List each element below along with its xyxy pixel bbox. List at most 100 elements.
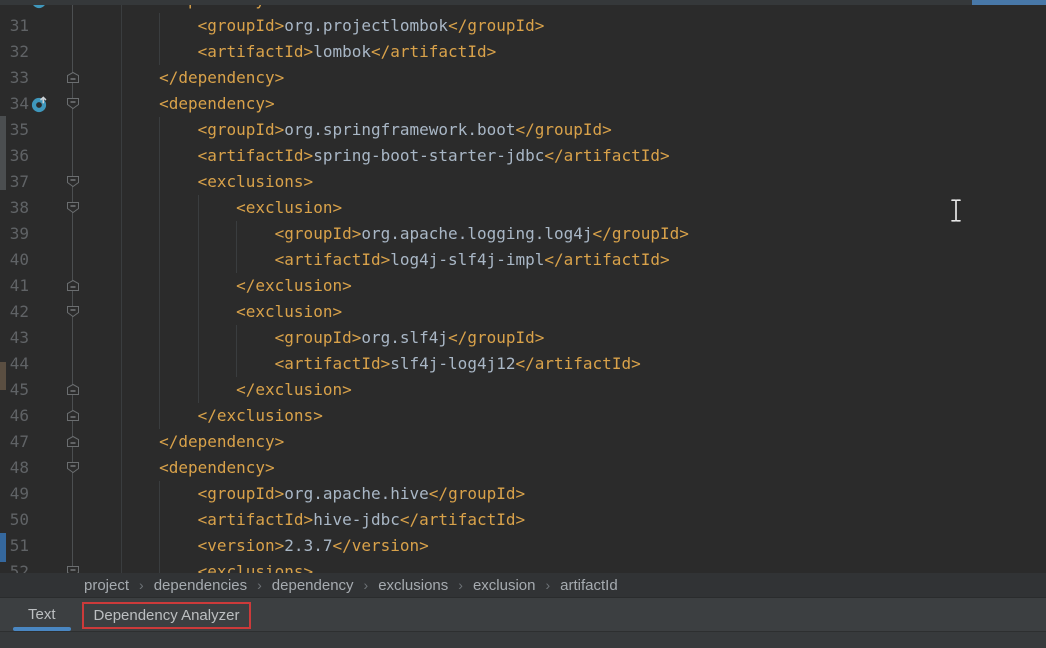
- xml-editor[interactable]: 30<dependency>31<groupId>org.projectlomb…: [0, 0, 1046, 573]
- code-line[interactable]: 51<version>2.3.7</version>: [0, 533, 1046, 559]
- fold-end-marker-icon[interactable]: [66, 71, 80, 84]
- xml-tag: <exclusions>: [198, 172, 314, 191]
- indent-guide: [159, 299, 160, 325]
- code-content: <exclusions>: [82, 559, 1046, 573]
- editor-gutter: 48: [0, 455, 82, 481]
- breadcrumb-item[interactable]: exclusion: [473, 577, 536, 594]
- editor-gutter: 31: [0, 13, 82, 39]
- code-lines: 30<dependency>31<groupId>org.projectlomb…: [0, 0, 1046, 573]
- code-content: <exclusion>: [82, 195, 1046, 221]
- tab-text[interactable]: Text: [12, 598, 72, 631]
- maven-navigate-up-icon[interactable]: [31, 95, 49, 113]
- line-number: 39: [0, 221, 29, 247]
- fold-start-marker-icon[interactable]: [66, 97, 80, 110]
- left-stripe-mark-brown[interactable]: [0, 362, 6, 390]
- code-content: </dependency>: [82, 429, 1046, 455]
- code-content: <exclusion>: [82, 299, 1046, 325]
- line-number: 31: [0, 13, 29, 39]
- code-line[interactable]: 40 <artifactId>log4j-slf4j-impl</artifact…: [0, 247, 1046, 273]
- code-line[interactable]: 39<groupId>org.apache.logging.log4j</gro…: [0, 221, 1046, 247]
- xml-value: lombok: [313, 42, 371, 61]
- fold-start-marker-icon[interactable]: [66, 461, 80, 474]
- indent-guide: [121, 221, 122, 247]
- fold-start-marker-icon[interactable]: [66, 565, 80, 573]
- code-line[interactable]: 50<artifactId>hive-jdbc</artifactId>: [0, 507, 1046, 533]
- code-line[interactable]: 44<artifactId>slf4j-log4j12</artifactId>: [0, 351, 1046, 377]
- code-line[interactable]: 34<dependency>: [0, 91, 1046, 117]
- breadcrumb-separator-icon: ›: [364, 577, 369, 593]
- xml-tag: <exclusion>: [236, 302, 342, 321]
- indent-guide: [159, 403, 160, 429]
- code-line[interactable]: 36<artifactId>spring-boot-starter-jdbc</…: [0, 143, 1046, 169]
- code-line[interactable]: 42 <exclusion>: [0, 299, 1046, 325]
- code-content: <artifactId>spring-boot-starter-jdbc</ar…: [82, 143, 1046, 169]
- xml-tag: <artifactId>: [275, 250, 391, 269]
- indent-guide: [121, 169, 122, 195]
- xml-tag: </exclusion>: [236, 380, 352, 399]
- xml-tag: </groupId>: [593, 224, 689, 243]
- indent-guide: [159, 481, 160, 507]
- left-scrollbar-thumb[interactable]: [0, 116, 6, 190]
- code-line[interactable]: 43<groupId>org.slf4j</groupId>: [0, 325, 1046, 351]
- code-content: <exclusions>: [82, 169, 1046, 195]
- code-content: <groupId>org.slf4j</groupId>: [82, 325, 1046, 351]
- xml-tag: </dependency>: [159, 68, 284, 87]
- indent-guide: [121, 429, 122, 455]
- fold-end-marker-icon[interactable]: [66, 279, 80, 292]
- indent-guide: [159, 377, 160, 403]
- breadcrumb-item[interactable]: dependencies: [154, 577, 247, 594]
- editor-gutter: 38: [0, 195, 82, 221]
- code-content: <artifactId>log4j-slf4j-impl</artifactId…: [82, 247, 1046, 273]
- xml-tag: <groupId>: [198, 120, 285, 139]
- fold-start-marker-icon[interactable]: [66, 175, 80, 188]
- code-line[interactable]: 32<artifactId>lombok</artifactId>: [0, 39, 1046, 65]
- code-line[interactable]: 41</exclusion>: [0, 273, 1046, 299]
- indent-guide: [159, 195, 160, 221]
- code-line[interactable]: 37<exclusions>: [0, 169, 1046, 195]
- xml-tag: <groupId>: [198, 16, 285, 35]
- code-line[interactable]: 49<groupId>org.apache.hive</groupId>: [0, 481, 1046, 507]
- xml-tag: <artifactId>: [275, 354, 391, 373]
- line-number: 46: [0, 403, 29, 429]
- fold-start-marker-icon[interactable]: [66, 201, 80, 214]
- editor-gutter: 32: [0, 39, 82, 65]
- code-line[interactable]: 52<exclusions>: [0, 559, 1046, 573]
- indent-guide: [121, 403, 122, 429]
- line-number: 40: [0, 247, 29, 273]
- editor-gutter: 50: [0, 507, 82, 533]
- code-line[interactable]: 45</exclusion>: [0, 377, 1046, 403]
- breadcrumb-item[interactable]: dependency: [272, 577, 354, 594]
- xml-tag: <exclusions>: [198, 562, 314, 573]
- code-line[interactable]: 46</exclusions>: [0, 403, 1046, 429]
- breadcrumb-item[interactable]: artifactId: [560, 577, 618, 594]
- xml-value: slf4j-log4j12: [390, 354, 515, 373]
- xml-tag: </dependency>: [159, 432, 284, 451]
- indent-guide: [121, 273, 122, 299]
- line-number: 38: [0, 195, 29, 221]
- indent-guide: [121, 455, 122, 481]
- editor-gutter: 42: [0, 299, 82, 325]
- editor-gutter: 46: [0, 403, 82, 429]
- indent-guide: [159, 169, 160, 195]
- tab-dependency-analyzer[interactable]: Dependency Analyzer: [82, 602, 252, 629]
- indent-guide: [121, 65, 122, 91]
- breadcrumb-item[interactable]: project: [84, 577, 129, 594]
- fold-start-marker-icon[interactable]: [66, 305, 80, 318]
- fold-end-marker-icon[interactable]: [66, 409, 80, 422]
- code-line[interactable]: 48<dependency>: [0, 455, 1046, 481]
- fold-end-marker-icon[interactable]: [66, 383, 80, 396]
- editor-top-edge: [0, 0, 1046, 5]
- xml-tag: </artifactId>: [544, 250, 669, 269]
- code-line[interactable]: 38 <exclusion>: [0, 195, 1046, 221]
- indent-guide: [121, 533, 122, 559]
- editor-gutter: 49: [0, 481, 82, 507]
- fold-end-marker-icon[interactable]: [66, 435, 80, 448]
- line-number: 42: [0, 299, 29, 325]
- code-line[interactable]: 47</dependency>: [0, 429, 1046, 455]
- breadcrumb-item[interactable]: exclusions: [378, 577, 448, 594]
- code-line[interactable]: 35<groupId>org.springframework.boot</gro…: [0, 117, 1046, 143]
- indent-guide: [159, 533, 160, 559]
- code-line[interactable]: 33</dependency>: [0, 65, 1046, 91]
- code-line[interactable]: 31<groupId>org.projectlombok</groupId>: [0, 13, 1046, 39]
- left-stripe-mark-blue[interactable]: [0, 533, 6, 562]
